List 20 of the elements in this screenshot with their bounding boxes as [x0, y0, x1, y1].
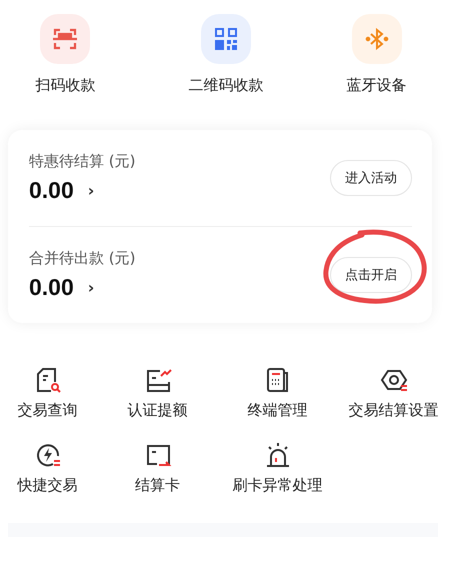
service-label[interactable]: 交易结算设置 [348, 401, 438, 420]
action-label[interactable]: 扫码收款 [35, 76, 96, 95]
chevron-icon[interactable]: › [88, 278, 94, 297]
service-label[interactable]: 快捷交易 [18, 476, 78, 495]
balance-amount[interactable]: 0.00 [29, 274, 74, 301]
service-label[interactable]: 终端管理 [248, 401, 308, 420]
service-label[interactable]: 交易查询 [18, 401, 78, 420]
qr-code-icon[interactable] [200, 14, 251, 64]
action-label[interactable]: 蓝牙设备 [346, 76, 407, 95]
service-label[interactable]: 结算卡 [135, 476, 180, 495]
service-label[interactable]: 认证提额 [128, 401, 188, 420]
chevron-icon[interactable]: › [88, 181, 94, 200]
action-button[interactable]: 进入活动 [330, 160, 412, 196]
balance-title: 合并待出款 (元) [29, 249, 136, 268]
action-button[interactable]: 点击开启 [330, 257, 412, 293]
scan-icon[interactable] [40, 14, 90, 64]
action-label[interactable]: 二维码收款 [188, 76, 264, 95]
balance-title: 特惠待结算 (元) [29, 152, 136, 171]
service-label[interactable]: 刷卡异常处理 [232, 476, 322, 495]
balance-amount[interactable]: 0.00 [29, 177, 74, 204]
